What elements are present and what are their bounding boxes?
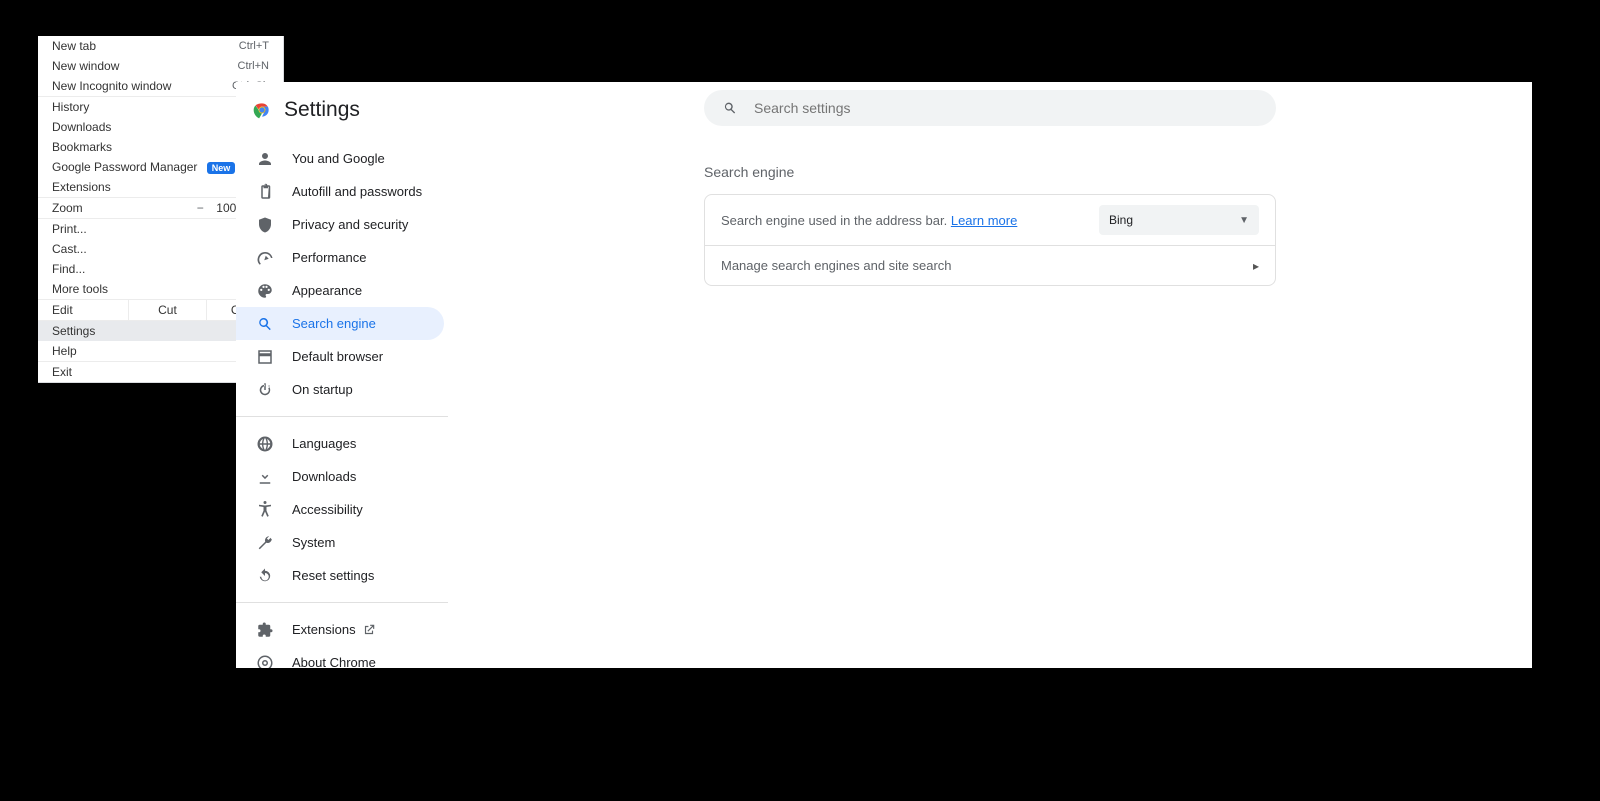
sidebar-item-appearance[interactable]: Appearance (236, 274, 444, 307)
menu-item-label: New Incognito window (52, 79, 171, 93)
menu-shortcut: Ctrl+N (238, 60, 269, 72)
sidebar-item-label: Privacy and security (292, 217, 408, 232)
menu-item-label: Find... (52, 262, 85, 276)
dropdown-arrow-icon: ▼ (1239, 215, 1249, 226)
sidebar-divider (236, 416, 448, 417)
sidebar-item-privacy[interactable]: Privacy and security (236, 208, 444, 241)
search-icon (256, 315, 274, 333)
menu-item-label: Print... (52, 222, 87, 236)
puzzle-icon (256, 621, 274, 639)
search-engine-row: Search engine used in the address bar. L… (705, 195, 1275, 245)
sidebar-item-label: Search engine (292, 316, 376, 331)
person-icon (256, 150, 274, 168)
accessibility-icon (256, 501, 274, 519)
sidebar-item-label: Languages (292, 436, 356, 451)
shield-icon (256, 216, 274, 234)
menu-item-label: Bookmarks (52, 140, 112, 154)
menu-item-label: Exit (52, 365, 72, 379)
manage-search-engines-row[interactable]: Manage search engines and site search ▸ (705, 245, 1275, 285)
row-text: Search engine used in the address bar. L… (721, 213, 1017, 228)
menu-item-label: Zoom (52, 201, 83, 215)
menu-new-window[interactable]: New window Ctrl+N (38, 56, 283, 76)
chrome-outline-icon (256, 654, 274, 669)
search-settings-input[interactable] (752, 99, 1258, 117)
menu-item-label: Settings (52, 324, 95, 338)
row-text-content: Search engine used in the address bar. (721, 213, 947, 228)
learn-more-link[interactable]: Learn more (951, 213, 1017, 228)
sidebar-item-label: Default browser (292, 349, 383, 364)
settings-main: Search engine Search engine used in the … (448, 82, 1532, 668)
settings-title: Settings (284, 98, 360, 122)
menu-item-label: New window (52, 59, 119, 73)
chevron-right-icon: ▸ (1253, 259, 1259, 273)
settings-window: Settings You and Google Autofill and pas… (236, 82, 1532, 668)
menu-shortcut: Ctrl+T (239, 40, 269, 52)
sidebar-item-autofill[interactable]: Autofill and passwords (236, 175, 444, 208)
menu-item-label: Google Password Manager New (52, 160, 235, 174)
open-in-new-icon (362, 623, 376, 637)
settings-sidebar: Settings You and Google Autofill and pas… (236, 82, 448, 668)
sidebar-item-label: Appearance (292, 283, 362, 298)
sidebar-item-extensions[interactable]: Extensions (236, 613, 444, 646)
browser-icon (256, 348, 274, 366)
wrench-icon (256, 534, 274, 552)
sidebar-item-system[interactable]: System (236, 526, 444, 559)
speedometer-icon (256, 249, 274, 267)
sidebar-item-label: Autofill and passwords (292, 184, 422, 199)
menu-item-label: History (52, 100, 89, 114)
sidebar-item-accessibility[interactable]: Accessibility (236, 493, 444, 526)
globe-icon (256, 435, 274, 453)
clipboard-icon (256, 183, 274, 201)
search-settings-field[interactable] (704, 90, 1276, 126)
section-heading: Search engine (704, 164, 1276, 180)
chrome-logo-icon (252, 100, 272, 120)
sidebar-item-you-and-google[interactable]: You and Google (236, 142, 444, 175)
search-engine-select[interactable]: Bing ▼ (1099, 205, 1259, 235)
sidebar-item-label: Downloads (292, 469, 356, 484)
menu-text: Google Password Manager (52, 160, 197, 174)
sidebar-item-label: You and Google (292, 151, 385, 166)
zoom-out-button[interactable]: − (194, 201, 206, 215)
new-badge: New (207, 162, 236, 174)
menu-item-label: Extensions (52, 180, 111, 194)
sidebar-item-label: Reset settings (292, 568, 374, 583)
menu-item-label: Help (52, 344, 77, 358)
menu-item-label: New tab (52, 39, 96, 53)
sidebar-item-label: Accessibility (292, 502, 363, 517)
sidebar-item-label: About Chrome (292, 655, 376, 668)
download-icon (256, 468, 274, 486)
search-icon (722, 100, 738, 116)
settings-header: Settings (236, 86, 448, 142)
menu-item-label: More tools (52, 282, 108, 296)
sidebar-item-downloads[interactable]: Downloads (236, 460, 444, 493)
sidebar-item-languages[interactable]: Languages (236, 427, 444, 460)
menu-cut[interactable]: Cut (128, 300, 205, 320)
sidebar-item-performance[interactable]: Performance (236, 241, 444, 274)
palette-icon (256, 282, 274, 300)
sidebar-divider (236, 602, 448, 603)
power-icon (256, 381, 274, 399)
sidebar-item-on-startup[interactable]: On startup (236, 373, 444, 406)
menu-item-label: Downloads (52, 120, 111, 134)
sidebar-item-about-chrome[interactable]: About Chrome (236, 646, 444, 668)
sidebar-text: Extensions (292, 622, 356, 637)
sidebar-item-label: Performance (292, 250, 366, 265)
sidebar-item-label: On startup (292, 382, 353, 397)
select-value: Bing (1109, 213, 1133, 227)
menu-item-label: Cast... (52, 242, 87, 256)
sidebar-item-label: Extensions (292, 622, 376, 637)
sidebar-item-reset[interactable]: Reset settings (236, 559, 444, 592)
row-text: Manage search engines and site search (721, 258, 952, 273)
menu-new-tab[interactable]: New tab Ctrl+T (38, 36, 283, 56)
menu-edit-label: Edit (38, 300, 128, 320)
reset-icon (256, 567, 274, 585)
sidebar-item-label: System (292, 535, 335, 550)
sidebar-item-default-browser[interactable]: Default browser (236, 340, 444, 373)
sidebar-item-search-engine[interactable]: Search engine (236, 307, 444, 340)
search-engine-card: Search engine used in the address bar. L… (704, 194, 1276, 286)
